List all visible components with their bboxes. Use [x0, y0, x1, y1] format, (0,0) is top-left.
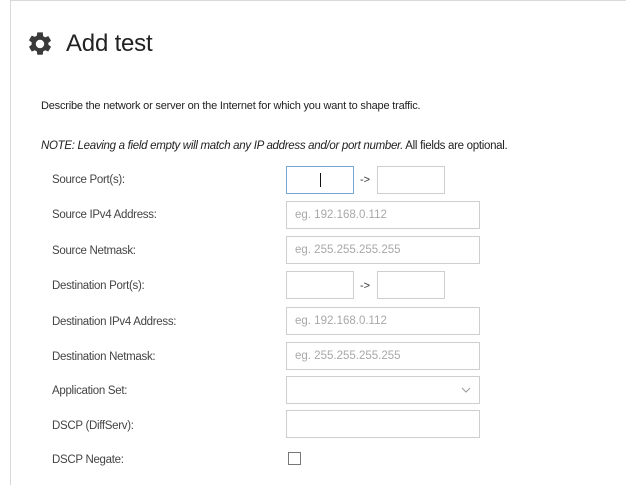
source-port-arrow: -> — [360, 174, 371, 186]
dest-ip-label: Destination IPv4 Address: — [52, 316, 177, 328]
description-text: Describe the network or server on the In… — [41, 100, 421, 112]
page-header: Add test — [26, 27, 153, 61]
dest-ip-input[interactable] — [286, 307, 480, 335]
source-port-label: Source Port(s): — [52, 174, 125, 186]
note-rest: All fields are optional. — [403, 140, 508, 152]
dest-port-arrow: -> — [360, 280, 371, 292]
dest-port-to-input[interactable] — [377, 271, 445, 299]
page-title: Add test — [66, 30, 153, 57]
source-netmask-label: Source Netmask: — [52, 245, 136, 257]
gear-icon — [26, 30, 54, 58]
dest-port-from-input[interactable] — [286, 271, 354, 299]
dscp-negate-checkbox[interactable] — [288, 452, 301, 465]
text-cursor — [320, 173, 321, 187]
note-italic: NOTE: Leaving a field empty will match a… — [41, 140, 404, 152]
dscp-label: DSCP (DiffServ): — [52, 420, 134, 432]
source-netmask-input[interactable] — [286, 236, 480, 264]
dest-netmask-input[interactable] — [286, 342, 480, 370]
dscp-negate-label: DSCP Negate: — [52, 454, 124, 466]
source-ip-label: Source IPv4 Address: — [52, 209, 157, 221]
dest-port-label: Destination Port(s): — [52, 280, 145, 292]
source-port-to-input[interactable] — [377, 166, 445, 194]
note-text: NOTE: Leaving a field empty will match a… — [41, 140, 508, 152]
dest-netmask-label: Destination Netmask: — [52, 351, 156, 363]
chevron-down-icon — [461, 387, 471, 393]
dscp-input[interactable] — [286, 410, 480, 438]
app-set-select[interactable] — [286, 376, 480, 404]
source-ip-input[interactable] — [286, 201, 480, 229]
app-set-label: Application Set: — [52, 385, 128, 397]
